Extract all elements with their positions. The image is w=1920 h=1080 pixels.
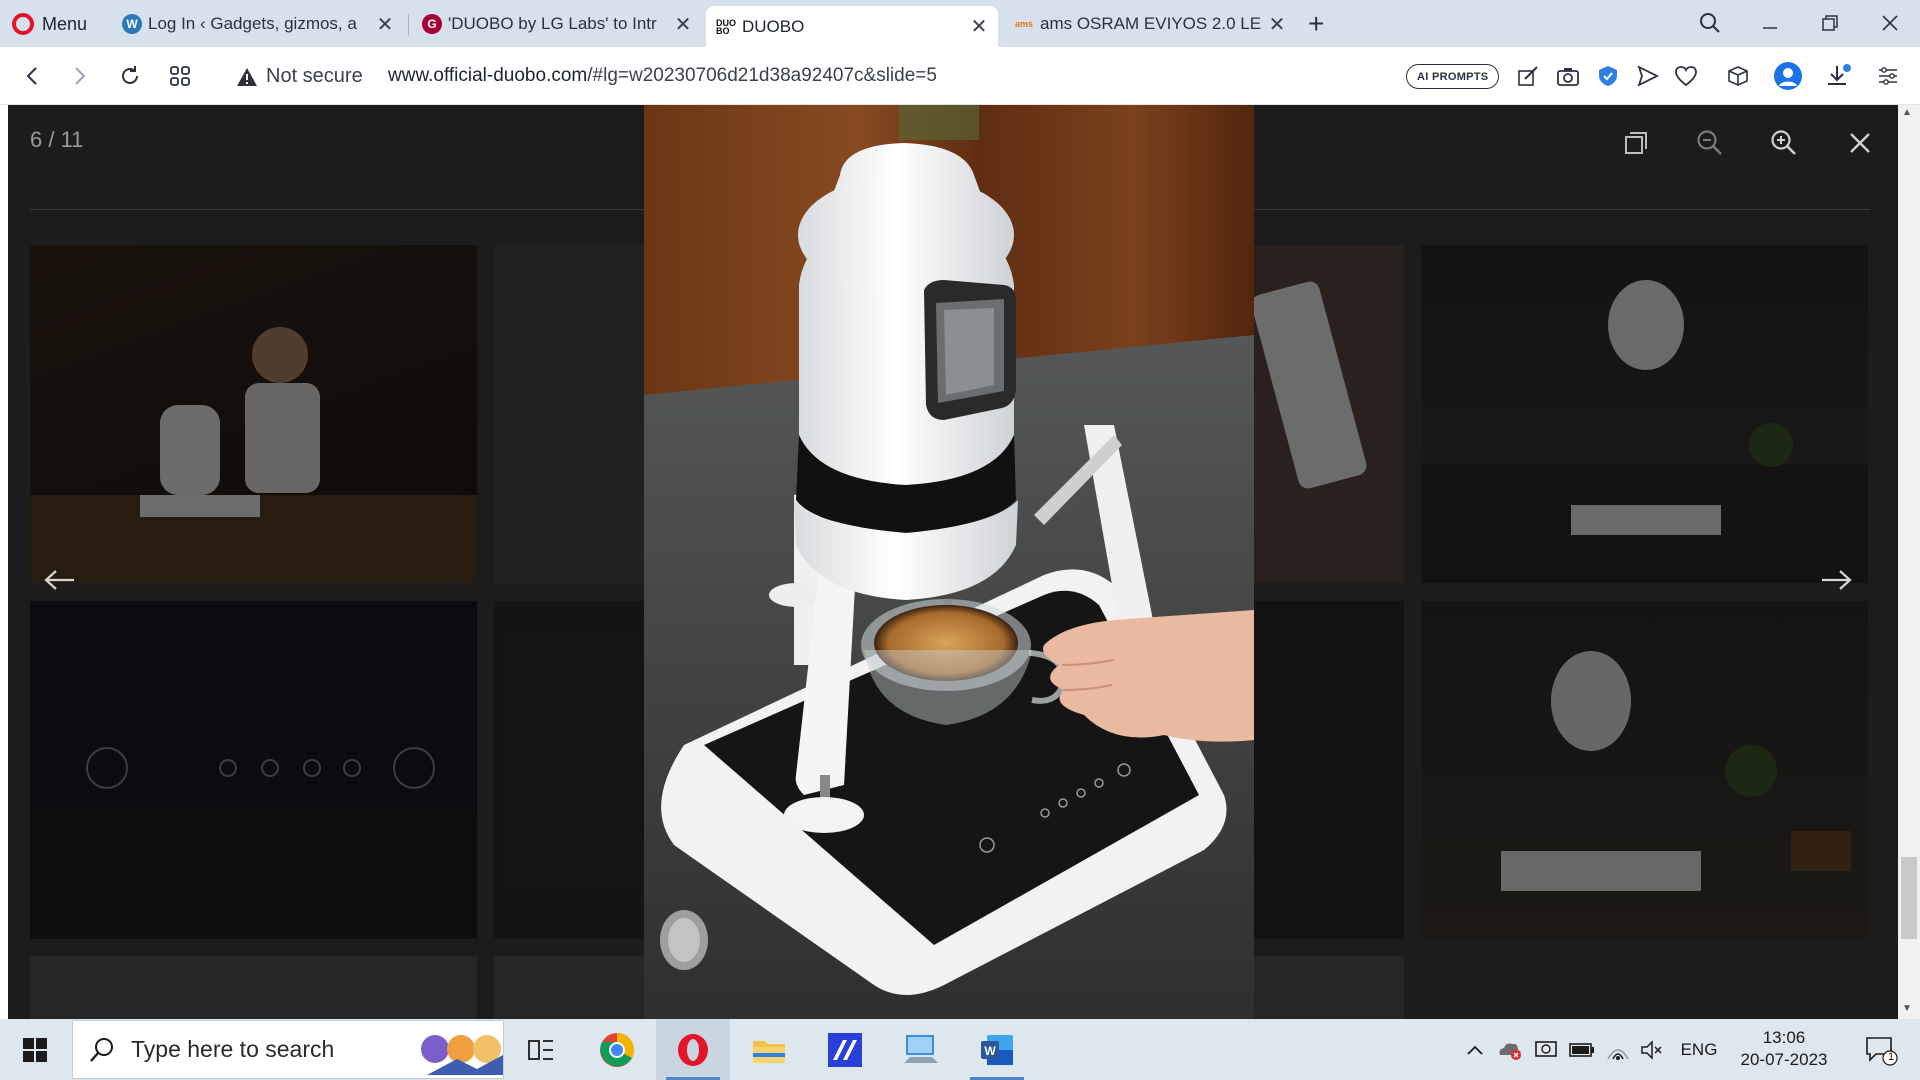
security-indicator[interactable]: Not secure	[236, 65, 363, 88]
opera-menu-button[interactable]: Menu	[12, 10, 87, 38]
lightbox-overlay: 6 / 11 ▲ ▼	[0, 105, 1920, 1019]
svg-text:W: W	[984, 1044, 996, 1058]
duobo-icon: DUO BO	[716, 16, 736, 37]
gallery-thumbnail[interactable]	[494, 956, 644, 1019]
scrollbar-thumb[interactable]	[1901, 857, 1917, 939]
url-host: www.official-duobo.com	[388, 65, 588, 86]
close-tab-icon[interactable]: ✕	[970, 14, 988, 39]
address-toolbar: Not secure www.official-duobo.com/#lg=w2…	[0, 47, 1920, 105]
arrow-right-icon[interactable]	[1816, 560, 1856, 600]
coffee-machine-image	[644, 105, 1254, 1019]
cube-icon[interactable]	[1722, 60, 1754, 92]
url-path: /#lg=w20230706d21d38a92407c&slide=5	[587, 65, 937, 86]
clock-time: 13:06	[1762, 1028, 1806, 1047]
tab-grid-icon[interactable]	[164, 60, 196, 92]
gallery-thumbnail[interactable]	[494, 601, 644, 939]
reload-icon[interactable]	[114, 60, 146, 92]
tab-duobo[interactable]: DUO BO DUOBO ✕	[706, 6, 998, 47]
gallery-thumbnail[interactable]	[1421, 601, 1868, 939]
file-explorer-icon[interactable]	[732, 1019, 806, 1080]
new-tab-button[interactable]: +	[1308, 8, 1324, 40]
word-icon[interactable]: W	[960, 1019, 1034, 1080]
opera-logo-icon	[12, 13, 34, 35]
tab-search-icon[interactable]	[1690, 6, 1730, 40]
tab-lg-duobo-article[interactable]: G 'DUOBO by LG Labs' to Intr ✕	[412, 4, 702, 44]
chrome-icon[interactable]	[580, 1019, 654, 1080]
clock[interactable]: 13:06 20-07-2023	[1728, 1027, 1840, 1071]
tab-title: 'DUOBO by LG Labs' to Intr	[448, 14, 657, 33]
forward-icon[interactable]	[64, 60, 96, 92]
gallery-thumbnail[interactable]	[1254, 601, 1404, 939]
onedrive-error-icon[interactable]	[1494, 1019, 1526, 1080]
tab-wordpress-login[interactable]: W Log In ‹ Gadgets, gizmos, a ✕	[112, 4, 404, 44]
close-tab-icon[interactable]: ✕	[376, 12, 394, 37]
back-icon[interactable]	[16, 60, 48, 92]
scroll-up-icon[interactable]: ▲	[1902, 107, 1912, 118]
gallery-thumbnail[interactable]	[1254, 956, 1404, 1019]
close-tab-icon[interactable]: ✕	[1268, 12, 1286, 37]
scroll-down-icon[interactable]: ▼	[1902, 1003, 1912, 1014]
zoom-out-icon[interactable]	[1690, 123, 1730, 163]
camera-icon[interactable]	[1552, 60, 1584, 92]
arrow-left-icon[interactable]	[40, 560, 80, 600]
remote-desktop-icon[interactable]	[884, 1019, 958, 1080]
show-hidden-icons-icon[interactable]	[1460, 1019, 1490, 1080]
language-indicator[interactable]: ENG	[1676, 1019, 1722, 1080]
edit-icon[interactable]	[1512, 60, 1544, 92]
opera-icon[interactable]	[656, 1019, 730, 1080]
browser-tab-bar: Menu W Log In ‹ Gadgets, gizmos, a ✕ G '…	[0, 0, 1920, 47]
search-highlight-icon	[421, 1035, 503, 1075]
easy-setup-icon[interactable]	[1872, 60, 1904, 92]
actual-size-icon[interactable]	[1616, 123, 1656, 163]
close-icon[interactable]	[1840, 123, 1880, 163]
warning-icon	[237, 67, 257, 86]
heart-icon[interactable]	[1670, 60, 1702, 92]
close-tab-icon[interactable]: ✕	[674, 12, 692, 37]
adblock-shield-icon[interactable]	[1592, 60, 1624, 92]
gallery-thumbnail[interactable]	[494, 245, 644, 583]
close-window-icon[interactable]	[1870, 6, 1910, 40]
clock-date: 20-07-2023	[1740, 1050, 1828, 1069]
tab-title: Log In ‹ Gadgets, gizmos, a	[148, 14, 357, 33]
wifi-icon[interactable]	[1602, 1019, 1634, 1080]
task-view-icon[interactable]	[504, 1019, 578, 1080]
restore-icon[interactable]	[1810, 6, 1850, 40]
gallery-thumbnail[interactable]	[30, 601, 477, 939]
volume-muted-icon[interactable]	[1636, 1019, 1668, 1080]
tab-ams-osram[interactable]: ams ams OSRAM EVIYOS 2.0 LE ✕	[1004, 4, 1296, 44]
notification-center-icon[interactable]: 1	[1856, 1019, 1906, 1080]
display-sync-icon[interactable]	[1530, 1019, 1562, 1080]
lg-icon: G	[422, 14, 442, 34]
search-icon	[90, 1037, 113, 1062]
wordpress-icon: W	[122, 14, 142, 34]
tab-title: ams OSRAM EVIYOS 2.0 LE	[1040, 14, 1262, 33]
profile-avatar-icon[interactable]	[1772, 60, 1804, 92]
search-placeholder: Type here to search	[131, 1036, 335, 1062]
minimize-icon[interactable]	[1750, 6, 1790, 40]
slide-counter: 6 / 11	[30, 127, 84, 152]
gallery-thumbnail[interactable]	[1254, 245, 1404, 583]
taskbar-search-box[interactable]: Type here to search	[72, 1020, 504, 1079]
gallery-thumbnail[interactable]	[1421, 245, 1868, 583]
send-icon[interactable]	[1632, 60, 1664, 92]
battery-icon[interactable]	[1566, 1019, 1598, 1080]
notification-count: 1	[1888, 1051, 1895, 1063]
maps-app-icon[interactable]	[808, 1019, 882, 1080]
zoom-in-icon[interactable]	[1764, 123, 1804, 163]
windows-taskbar: Type here to search W ENG 13:06 20-07-20…	[0, 1019, 1920, 1080]
start-button[interactable]	[0, 1019, 70, 1080]
gallery-thumbnail[interactable]	[30, 245, 477, 583]
gallery-thumbnail[interactable]	[30, 956, 477, 1019]
menu-label: Menu	[42, 13, 88, 34]
ai-prompts-button[interactable]: AI PROMPTS	[1406, 64, 1500, 89]
windows-logo-icon	[23, 1037, 47, 1062]
not-secure-label: Not secure	[266, 65, 363, 87]
download-icon[interactable]	[1822, 60, 1854, 92]
tab-title: DUOBO	[742, 16, 805, 36]
ams-osram-icon: ams	[1014, 19, 1033, 29]
lightbox-main-image	[644, 105, 1254, 1019]
url-field[interactable]: www.official-duobo.com/#lg=w20230706d21d…	[388, 65, 937, 87]
